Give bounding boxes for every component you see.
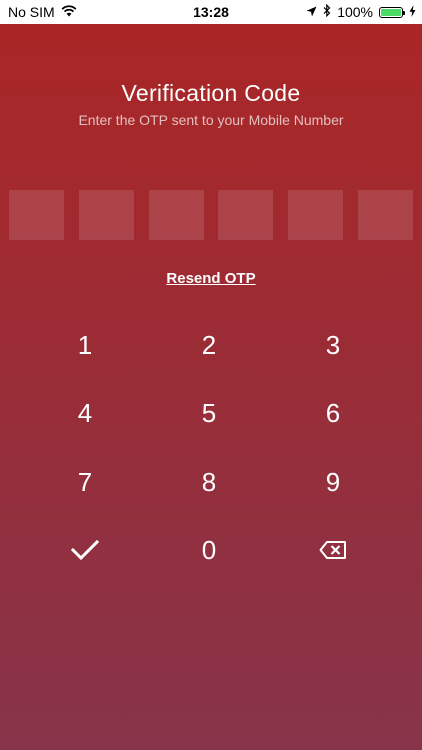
checkmark-icon <box>71 539 99 561</box>
key-6[interactable]: 6 <box>273 383 393 443</box>
charging-icon <box>409 4 416 20</box>
otp-digit-box[interactable] <box>9 190 64 240</box>
key-7[interactable]: 7 <box>25 452 145 512</box>
key-0[interactable]: 0 <box>149 520 269 580</box>
key-9[interactable]: 9 <box>273 452 393 512</box>
key-3[interactable]: 3 <box>273 315 393 375</box>
screen: No SIM 13:28 100% Verification Code Ente… <box>0 0 422 750</box>
battery-level <box>381 8 401 16</box>
page-subtitle: Enter the OTP sent to your Mobile Number <box>78 112 344 128</box>
otp-digit-box[interactable] <box>79 190 134 240</box>
key-8[interactable]: 8 <box>149 452 269 512</box>
verification-screen: Verification Code Enter the OTP sent to … <box>0 24 422 750</box>
key-1[interactable]: 1 <box>25 315 145 375</box>
resend-otp-link[interactable]: Resend OTP <box>0 270 422 287</box>
key-4[interactable]: 4 <box>25 383 145 443</box>
battery-label: 100% <box>337 4 373 20</box>
location-arrow-icon <box>306 4 317 20</box>
page-title: Verification Code <box>121 80 301 106</box>
confirm-button[interactable] <box>25 520 145 580</box>
otp-input-row <box>9 190 413 240</box>
delete-button[interactable] <box>273 520 393 580</box>
key-2[interactable]: 2 <box>149 315 269 375</box>
key-5[interactable]: 5 <box>149 383 269 443</box>
otp-digit-box[interactable] <box>149 190 204 240</box>
bluetooth-icon <box>323 3 331 20</box>
otp-digit-box[interactable] <box>288 190 343 240</box>
status-bar: No SIM 13:28 100% <box>0 0 422 24</box>
otp-digit-box[interactable] <box>218 190 273 240</box>
backspace-icon <box>319 540 347 560</box>
battery-icon <box>379 6 405 18</box>
otp-digit-box[interactable] <box>358 190 413 240</box>
status-right: 100% <box>306 3 416 20</box>
